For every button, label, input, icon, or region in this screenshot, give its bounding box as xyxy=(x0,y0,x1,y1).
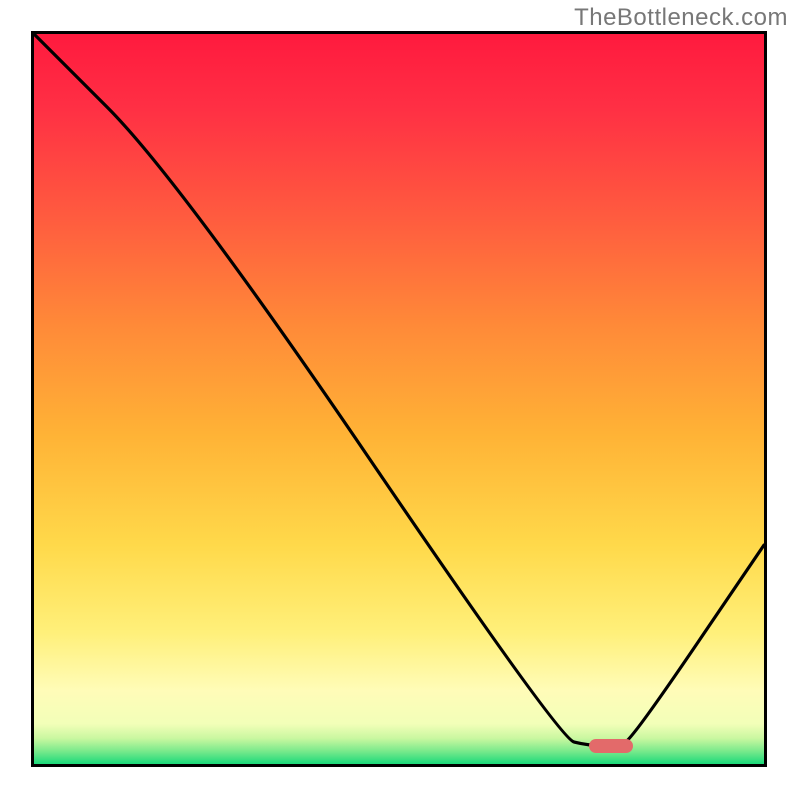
plot-area xyxy=(31,31,767,767)
watermark-text: TheBottleneck.com xyxy=(574,4,788,32)
optimum-marker xyxy=(589,739,633,753)
bottleneck-curve xyxy=(34,34,764,764)
